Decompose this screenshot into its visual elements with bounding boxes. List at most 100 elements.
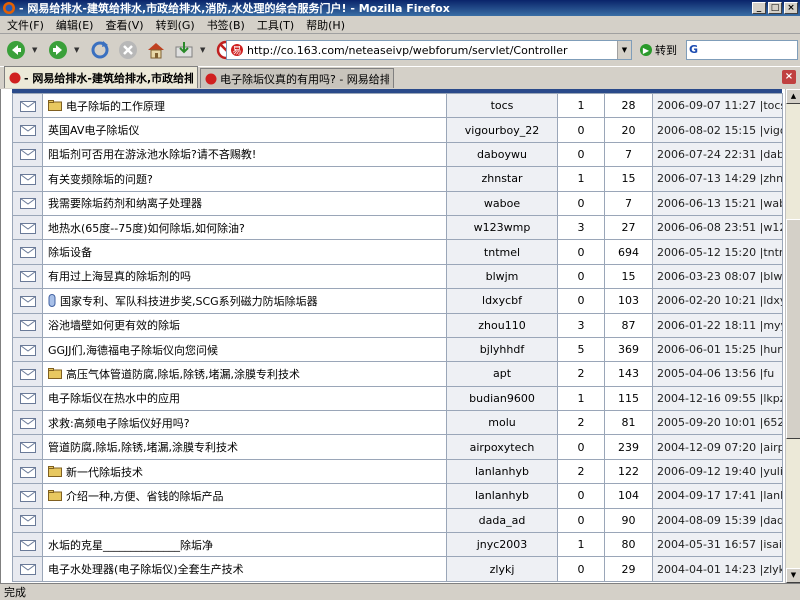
topic-views: 694 (604, 239, 653, 265)
topic-title-link[interactable]: 水垢的克星______________除垢净 (48, 537, 213, 553)
menu-view[interactable]: 查看(V) (102, 17, 152, 33)
topic-title-link[interactable]: 有用过上海昱真的除垢剂的吗 (48, 268, 191, 284)
envelope-icon (19, 539, 36, 551)
scroll-down-button[interactable]: ▼ (786, 568, 800, 583)
topic-status-cell (12, 410, 43, 436)
topic-title-link[interactable]: GGJJ们,海德福电子除垢仪向您问候 (48, 342, 218, 358)
topic-title-link[interactable]: 有关变频除垢的问题? (48, 171, 153, 187)
stop-icon (119, 41, 137, 59)
topic-replies: 1 (557, 166, 605, 192)
topic-author[interactable]: dada_ad (446, 507, 558, 534)
firefox-icon (3, 2, 15, 14)
menu-file[interactable]: 文件(F) (4, 17, 53, 33)
tab-forum-list[interactable]: - 网易给排水-建筑给排水,市政给排... (4, 66, 198, 88)
topic-replies: 3 (557, 214, 605, 241)
topic-author[interactable]: waboe (446, 190, 558, 216)
vertical-scrollbar[interactable]: ▲ ▼ (785, 89, 800, 583)
close-tab-button[interactable]: × (782, 70, 796, 84)
envelope-icon (19, 295, 36, 307)
topic-author[interactable]: w123wmp (446, 214, 558, 241)
envelope-icon (19, 198, 36, 210)
search-box[interactable]: G (686, 40, 798, 60)
topic-title-link[interactable]: 电子除垢仪在热水中的应用 (48, 390, 180, 406)
topic-author[interactable]: daboywu (446, 141, 558, 168)
topic-views: 20 (604, 117, 653, 143)
topic-status-cell (12, 141, 43, 168)
topic-title-link[interactable]: 除垢设备 (48, 244, 92, 260)
forward-button[interactable] (46, 38, 70, 62)
topic-author[interactable]: lanlanhyb (446, 458, 558, 485)
tab-label: 电子除垢仪真的有用吗? - 网易给排水-... (220, 72, 389, 86)
topic-author[interactable]: jnyc2003 (446, 532, 558, 558)
topic-views: 80 (604, 532, 653, 558)
topic-title-link[interactable]: 国家专利、军队科技进步奖,SCG系列磁力防垢除垢器 (60, 293, 318, 309)
url-history-dropdown[interactable]: ▼ (617, 41, 631, 59)
go-button[interactable]: ▶ 转到 (640, 40, 677, 60)
forward-history-dropdown[interactable]: ▼ (74, 38, 82, 62)
reload-button[interactable] (88, 38, 112, 62)
maximize-button[interactable]: □ (768, 2, 782, 14)
topic-title-link[interactable]: 我需要除垢药剂和纳离子处理器 (48, 195, 202, 211)
topic-author[interactable]: airpoxytech (446, 434, 558, 460)
status-text: 完成 (4, 586, 26, 599)
topic-author[interactable]: apt (446, 361, 558, 387)
topic-title-link[interactable]: 浴池墙壁如何更有效的除垢 (48, 317, 180, 333)
topic-author[interactable]: tocs (446, 92, 558, 119)
menu-help[interactable]: 帮助(H) (303, 17, 354, 33)
topic-title-link[interactable]: 高压气体管道防腐,除垢,除锈,堵漏,涂膜专利技术 (66, 366, 300, 382)
menu-bookmarks[interactable]: 书签(B) (204, 17, 254, 33)
topic-author[interactable]: ldxycbf (446, 288, 558, 314)
topic-title-link[interactable]: 英国AV电子除垢仪 (48, 122, 139, 138)
menu-tools[interactable]: 工具(T) (254, 17, 303, 33)
topic-title-link[interactable]: 新一代除垢技术 (66, 464, 143, 480)
topic-title-link[interactable]: 管道防腐,除垢,除锈,堵漏,涂膜专利技术 (48, 439, 238, 455)
home-icon (148, 43, 164, 59)
topic-author[interactable]: molu (446, 410, 558, 436)
topic-status-cell (12, 483, 43, 509)
topic-author[interactable]: zhou110 (446, 312, 558, 338)
url-input[interactable] (247, 42, 617, 58)
close-button[interactable]: × (784, 2, 798, 14)
home-button[interactable] (144, 38, 168, 62)
menu-go[interactable]: 转到(G) (153, 17, 204, 33)
topic-title-cell: 介绍一种,方便、省钱的除垢产品 (42, 483, 447, 509)
google-search-icon: G (689, 43, 699, 56)
topic-status-cell (12, 190, 43, 216)
topic-views: 7 (604, 141, 653, 168)
topic-title-cell: 新一代除垢技术 (42, 458, 447, 485)
back-history-dropdown[interactable]: ▼ (32, 38, 40, 62)
minimize-button[interactable]: _ (752, 2, 766, 14)
download-button[interactable] (172, 38, 196, 62)
topic-title-link[interactable]: 地热水(65度--75度)如何除垢,如何除油? (48, 220, 245, 236)
envelope-icon (19, 490, 36, 502)
topic-author[interactable]: blwjm (446, 263, 558, 290)
page-content: 电子除垢的工作原理 tocs 1 28 2006-09-07 11:27 |tocs 英国… (0, 89, 785, 583)
topic-title-link[interactable]: 求救:高频电子除垢仪好用吗? (48, 415, 190, 431)
topic-last-post: 2004-04-01 14:23 |zlykj (652, 556, 783, 582)
attachment-icon (48, 294, 56, 308)
tab-topic-page[interactable]: 电子除垢仪真的有用吗? - 网易给排水-... (200, 68, 394, 88)
topic-author[interactable]: zhnstar (446, 166, 558, 192)
menu-edit[interactable]: 编辑(E) (53, 17, 103, 33)
topic-title-cell: 求救:高频电子除垢仪好用吗? (42, 410, 447, 436)
topic-row: 水垢的克星______________除垢净 jnyc2003 1 80 2004-05… (12, 532, 783, 558)
topic-author[interactable]: bjlyhhdf (446, 336, 558, 363)
topic-author[interactable]: zlykj (446, 556, 558, 582)
topic-author[interactable]: lanlanhyb (446, 483, 558, 509)
topic-title-link[interactable]: 介绍一种,方便、省钱的除垢产品 (66, 488, 224, 504)
download-dropdown[interactable]: ▼ (200, 38, 208, 62)
topic-author[interactable]: budian9600 (446, 385, 558, 412)
window-titlebar: - 网易给排水-建筑给排水,市政给排水,消防,水处理的综合服务门户! - Moz… (0, 0, 800, 16)
topic-title-link[interactable]: 电子除垢的工作原理 (66, 98, 165, 114)
stop-button[interactable] (116, 38, 140, 62)
window-title: - 网易给排水-建筑给排水,市政给排水,消防,水处理的综合服务门户! - Moz… (19, 2, 450, 15)
topic-author[interactable]: tntmel (446, 239, 558, 265)
topic-title-link[interactable]: 阻垢剂可否用在游泳池水除垢?请不吝赐教! (48, 146, 256, 162)
back-button[interactable] (4, 38, 28, 62)
scroll-up-button[interactable]: ▲ (786, 89, 800, 104)
topic-views: 87 (604, 312, 653, 338)
scroll-thumb[interactable] (786, 219, 800, 439)
topic-status-cell (12, 385, 43, 412)
topic-title-link[interactable]: 电子水处理器(电子除垢仪)全套生产技术 (48, 561, 244, 577)
topic-author[interactable]: vigourboy_22 (446, 117, 558, 143)
